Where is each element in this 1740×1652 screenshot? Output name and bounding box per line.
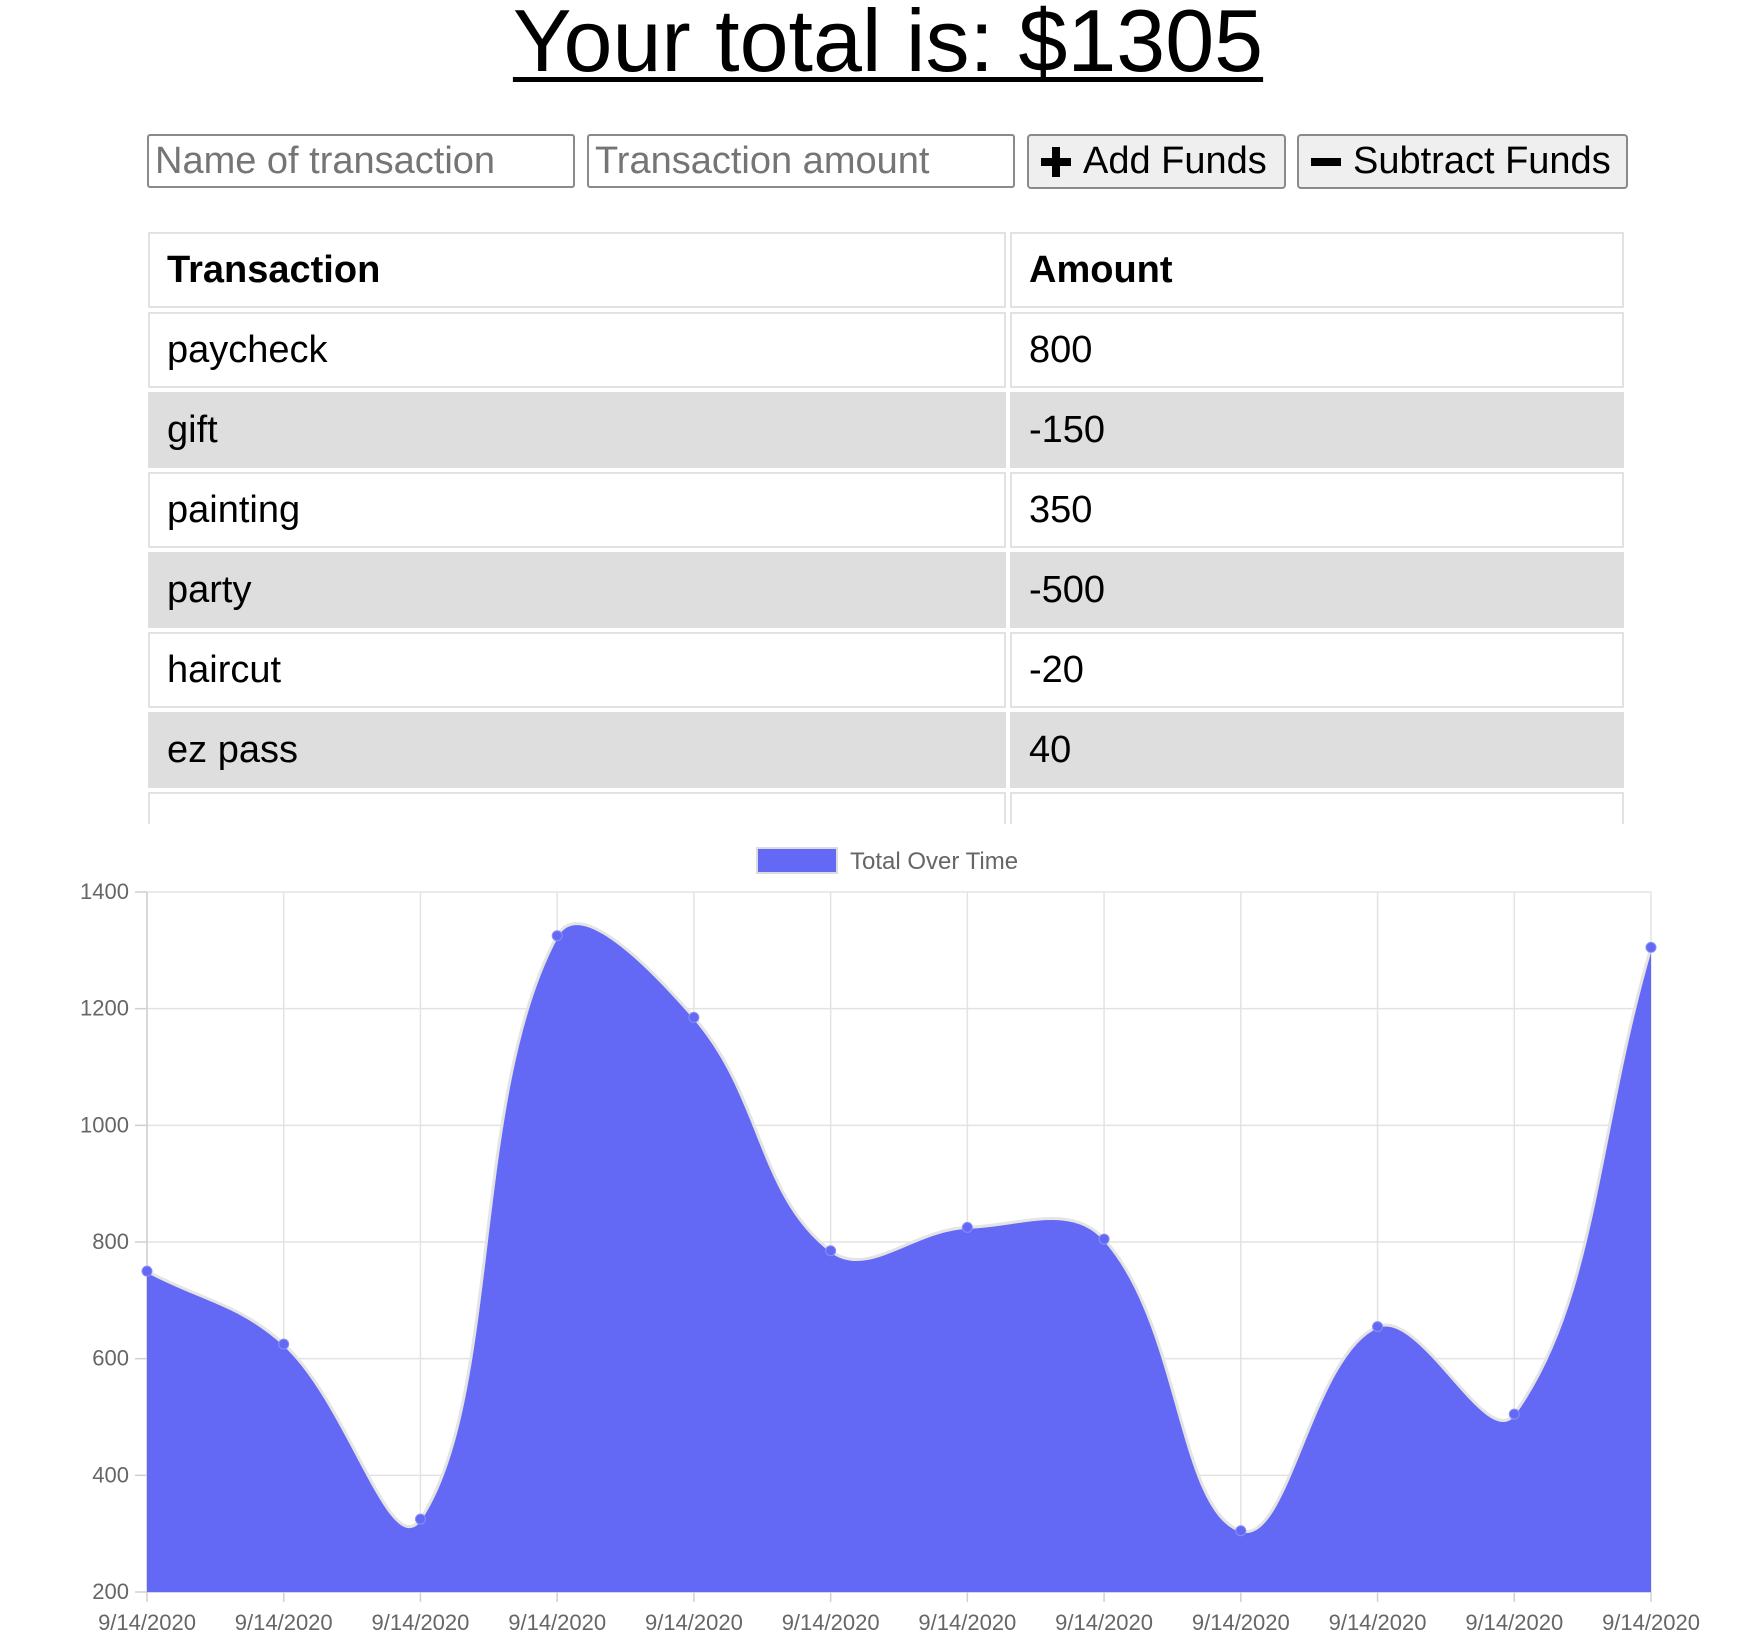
table-row	[148, 792, 1624, 824]
transaction-amount-cell: 800	[1010, 312, 1624, 388]
y-tick-label: 1200	[80, 996, 129, 1021]
data-point	[1645, 941, 1657, 953]
table-row: gift -150	[148, 392, 1624, 468]
transaction-amount-cell: -20	[1010, 632, 1624, 708]
column-header-amount: Amount	[1010, 232, 1624, 308]
transaction-name-cell: painting	[148, 472, 1006, 548]
transaction-name-cell: gift	[148, 392, 1006, 468]
table-row: ez pass 40	[148, 712, 1624, 788]
transaction-amount-cell: 40	[1010, 712, 1624, 788]
table-row: party -500	[148, 552, 1624, 628]
x-tick-label: 9/14/2020	[372, 1610, 470, 1635]
add-funds-label: Add Funds	[1083, 140, 1267, 182]
data-point	[1235, 1525, 1247, 1537]
data-point	[414, 1513, 426, 1525]
x-tick-label: 9/14/2020	[1465, 1610, 1563, 1635]
data-point	[141, 1265, 153, 1277]
table-header-row: Transaction Amount	[148, 232, 1624, 308]
add-funds-button[interactable]: Add Funds	[1027, 134, 1286, 189]
subtract-funds-label: Subtract Funds	[1353, 140, 1611, 182]
y-tick-label: 1400	[80, 879, 129, 904]
data-point	[551, 930, 563, 942]
table-row: haircut -20	[148, 632, 1624, 708]
transaction-amount-input[interactable]	[587, 134, 1015, 188]
y-tick-label: 1000	[80, 1112, 129, 1137]
transaction-name-cell	[148, 792, 1006, 824]
x-tick-label: 9/14/2020	[918, 1610, 1016, 1635]
transaction-amount-cell: -500	[1010, 552, 1624, 628]
y-tick-label: 200	[92, 1579, 129, 1604]
area-fill	[147, 923, 1651, 1592]
x-tick-label: 9/14/2020	[1055, 1610, 1153, 1635]
data-point	[961, 1221, 973, 1233]
transaction-name-input[interactable]	[147, 134, 575, 188]
y-tick-label: 800	[92, 1229, 129, 1254]
total-over-time-chart: 200 400 600 800 1000 1200 1400 9/14/2020 9/14/20…	[80, 847, 1700, 1635]
x-tick-label: 9/14/2020	[645, 1610, 743, 1635]
y-tick-label: 600	[92, 1346, 129, 1371]
legend-label: Total Over Time	[850, 848, 1018, 875]
transaction-name-cell: haircut	[148, 632, 1006, 708]
data-point	[825, 1245, 837, 1257]
minus-icon	[1311, 147, 1341, 177]
x-tick-label: 9/14/2020	[508, 1610, 606, 1635]
x-tick-label: 9/14/2020	[1192, 1610, 1290, 1635]
y-tick-label: 400	[92, 1462, 129, 1487]
transaction-name-cell: paycheck	[148, 312, 1006, 388]
transactions-table: Transaction Amount paycheck 800 gift -15…	[146, 230, 1626, 824]
table-row: paycheck 800	[148, 312, 1624, 388]
x-tick-label: 9/14/2020	[235, 1610, 333, 1635]
data-point	[1372, 1321, 1384, 1333]
data-point	[278, 1338, 290, 1350]
data-point	[1098, 1233, 1110, 1245]
legend-swatch	[756, 847, 838, 874]
plus-icon	[1041, 146, 1071, 177]
column-header-transaction: Transaction	[148, 232, 1006, 308]
data-point	[688, 1011, 700, 1023]
data-point	[1508, 1408, 1520, 1420]
transactions-table-container: Transaction Amount paycheck 800 gift -15…	[146, 230, 1626, 824]
table-row: painting 350	[148, 472, 1624, 548]
transaction-amount-cell: 350	[1010, 472, 1624, 548]
total-heading: Your total is: $1305	[512, 0, 1264, 90]
transaction-name-cell: ez pass	[148, 712, 1006, 788]
x-tick-label: 9/14/2020	[782, 1610, 880, 1635]
subtract-funds-button[interactable]: Subtract Funds	[1297, 134, 1628, 189]
transaction-amount-cell: -150	[1010, 392, 1624, 468]
x-tick-label: 9/14/2020	[1602, 1610, 1700, 1635]
transaction-name-cell: party	[148, 552, 1006, 628]
x-tick-label: 9/14/2020	[1329, 1610, 1427, 1635]
transaction-amount-cell	[1010, 792, 1624, 824]
x-tick-label: 9/14/2020	[98, 1610, 196, 1635]
